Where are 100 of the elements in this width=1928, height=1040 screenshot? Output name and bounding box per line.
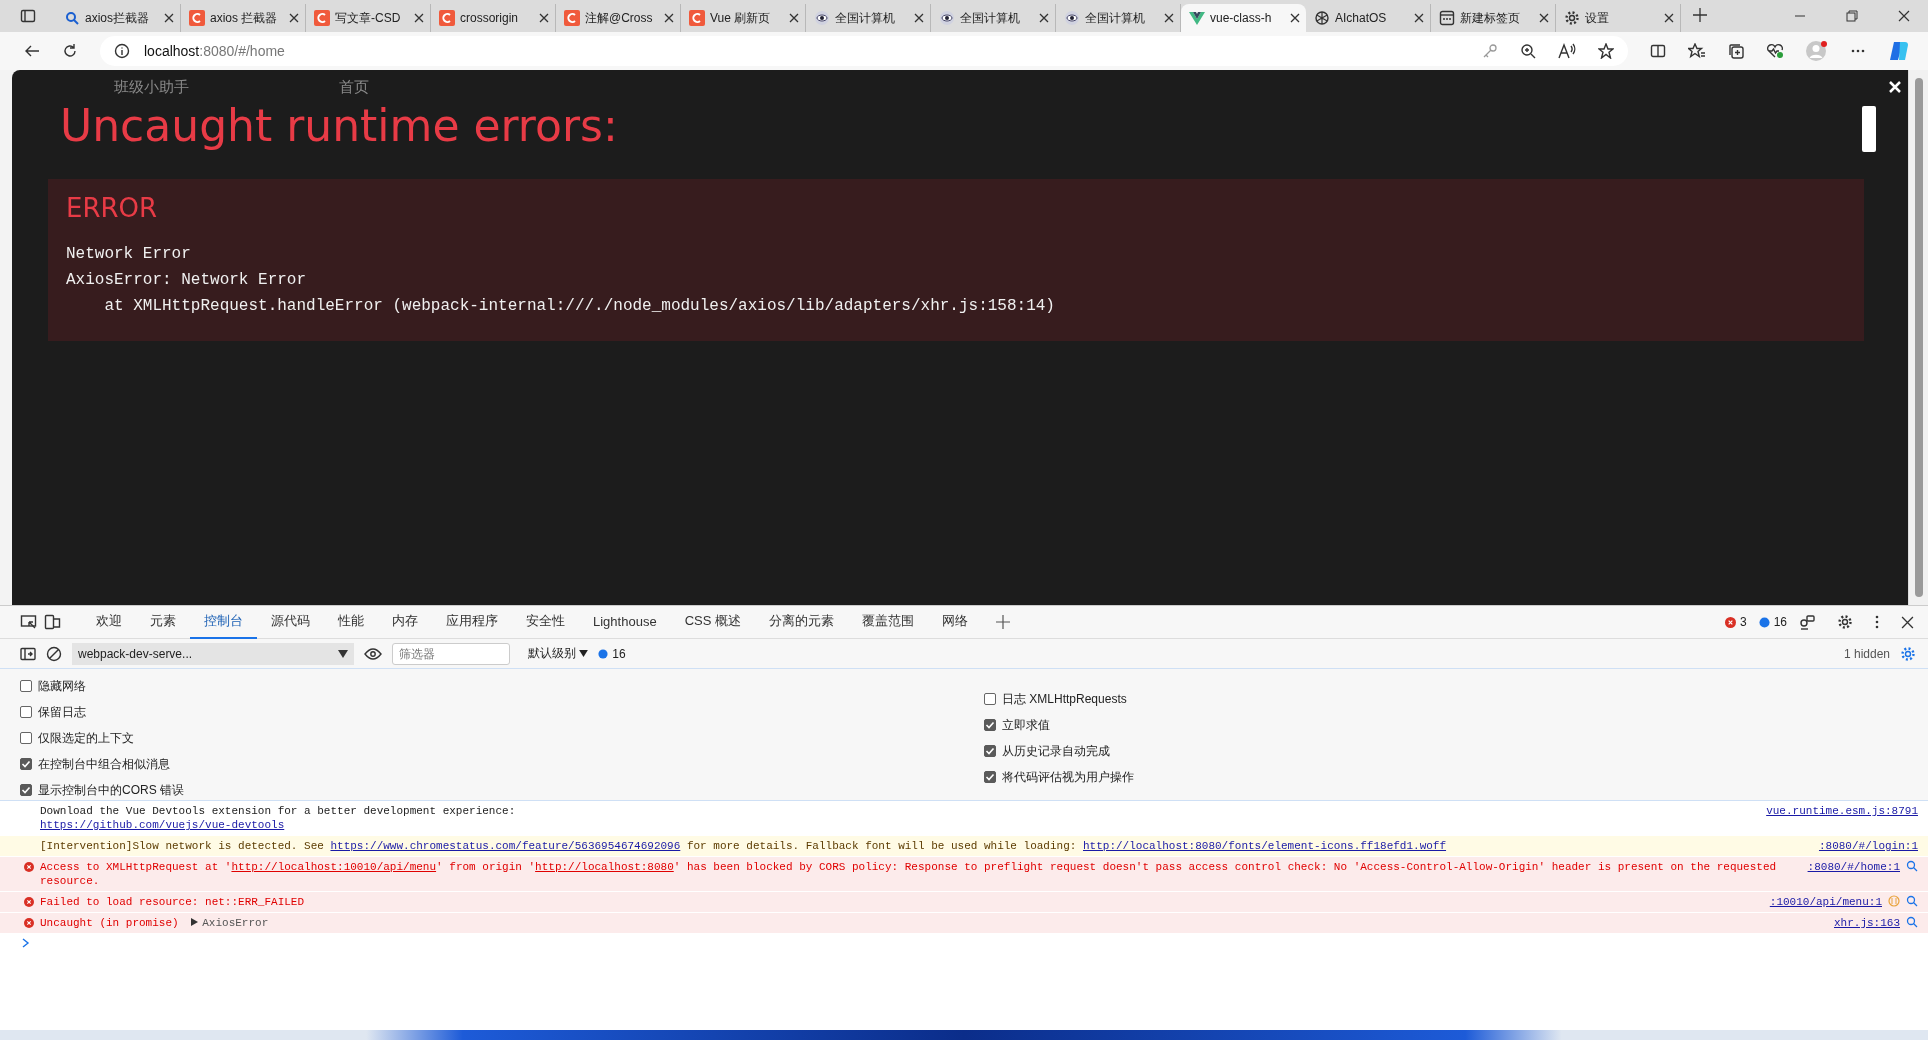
sidebar-icon[interactable]	[20, 646, 36, 661]
devtools-tab[interactable]: 内存	[378, 605, 432, 639]
error-icon	[24, 918, 34, 928]
devtools-tab[interactable]: Lighthouse	[579, 605, 671, 639]
info-count[interactable]: 16	[1758, 615, 1787, 629]
star-icon[interactable]	[1598, 43, 1614, 59]
close-icon[interactable]	[414, 13, 424, 23]
close-icon[interactable]	[1664, 13, 1674, 23]
c-logo-icon	[314, 10, 330, 26]
split-screen-icon[interactable]	[1650, 43, 1666, 59]
checkbox[interactable]	[20, 706, 32, 718]
link[interactable]: http://localhost:8080/fonts/element-icons.ff18efd1.woff	[1083, 840, 1447, 852]
devtools-tab[interactable]: 分离的元素	[754, 605, 848, 639]
devtools-tab[interactable]: 元素	[136, 605, 190, 639]
collections-icon[interactable]	[1728, 43, 1744, 59]
checkbox[interactable]	[20, 758, 32, 770]
devtools-tab[interactable]: 性能	[324, 605, 378, 639]
close-icon[interactable]	[539, 13, 549, 23]
devtools-tab[interactable]: 覆盖范围	[847, 605, 928, 639]
close-icon[interactable]	[789, 13, 799, 23]
close-icon[interactable]	[1539, 13, 1549, 23]
checkbox-label: 将代码评估视为用户操作	[1002, 768, 1134, 786]
devtools-tab[interactable]: CSS 概述	[670, 605, 755, 639]
close-icon[interactable]	[1901, 615, 1914, 629]
expand-arrow-icon[interactable]	[191, 918, 199, 926]
search-icon[interactable]	[1906, 860, 1918, 872]
checkbox[interactable]	[20, 680, 32, 692]
devtools-tab[interactable]: 应用程序	[432, 605, 512, 639]
settings-icon[interactable]	[1837, 614, 1853, 630]
copilot-icon[interactable]	[1888, 40, 1910, 62]
error-icon	[24, 897, 34, 907]
more-icon[interactable]	[1875, 614, 1879, 630]
tab-actions-icon[interactable]	[20, 8, 36, 24]
search-icon[interactable]	[1906, 916, 1918, 928]
source-link[interactable]: :10010/api/menu:1	[1769, 895, 1882, 909]
inspect-icon[interactable]	[20, 614, 38, 630]
key-icon[interactable]	[1482, 43, 1498, 59]
checkbox[interactable]	[984, 719, 996, 731]
checkbox[interactable]	[984, 693, 996, 705]
devtools-tab[interactable]: 欢迎	[82, 605, 136, 639]
device-toolbar-icon[interactable]	[44, 614, 62, 630]
link[interactable]: http://localhost:8080	[535, 861, 674, 873]
prompt-chevron-icon[interactable]	[22, 938, 30, 948]
checkbox[interactable]	[984, 771, 996, 783]
reload-icon[interactable]	[62, 43, 78, 59]
close-icon[interactable]	[664, 13, 674, 23]
faded-page-text: 首页	[339, 78, 369, 96]
close-icon[interactable]	[1039, 13, 1049, 23]
close-icon[interactable]	[164, 13, 174, 23]
message-text: Access to XMLHttpRequest at 'http://localhost:10010/api/menu' from origin 'http://localhost:8080' has been blocked by CORS policy: Response to preflight request doesn't pass access control check: No 'Access-Control-Allow-Origin' header is present on the requested resource.	[40, 860, 1778, 888]
context-dropdown[interactable]: webpack-dev-serve...	[72, 642, 354, 665]
object-preview[interactable]: AxiosError	[202, 917, 269, 929]
faded-page-text: 班级小助手	[114, 78, 189, 96]
add-tab-icon[interactable]	[995, 615, 1010, 629]
checkbox[interactable]	[984, 745, 996, 757]
new-tab-icon[interactable]	[1693, 7, 1707, 22]
devtools-tab[interactable]: 控制台	[190, 605, 257, 639]
eye-icon[interactable]	[364, 647, 382, 660]
read-aloud-icon[interactable]	[1558, 43, 1576, 59]
zoom-icon[interactable]	[1520, 43, 1536, 59]
customize-icon[interactable]	[1799, 614, 1815, 630]
browser-tab[interactable]: vue-class-h	[1181, 4, 1306, 32]
close-icon[interactable]	[289, 13, 299, 23]
info-icon	[114, 43, 130, 59]
scrollbar[interactable]	[1862, 106, 1876, 152]
c-logo-icon	[689, 10, 705, 26]
source-link[interactable]: :8080/#/home:1	[1807, 860, 1900, 874]
eye-icon	[939, 10, 955, 26]
close-icon[interactable]	[1898, 10, 1910, 22]
close-icon[interactable]	[1164, 13, 1174, 23]
source-link[interactable]: vue.runtime.esm.js:8791	[1766, 804, 1918, 818]
favorites-icon[interactable]	[1688, 43, 1706, 59]
back-icon[interactable]	[24, 43, 40, 59]
error-message: Network Error AxiosError: Network Error at XMLHttpRequest.handleError (webpack-internal:///./node_modules/axios/lib/adapters/xhr.js:158:14)	[66, 244, 1056, 317]
clear-console-icon[interactable]	[46, 645, 62, 662]
source-link[interactable]: xhr.js:163	[1834, 916, 1900, 930]
profile-avatar-icon[interactable]	[1806, 40, 1828, 62]
restore-icon[interactable]	[1846, 10, 1858, 22]
source-link[interactable]: :8080/#/login:1	[1818, 839, 1918, 853]
close-icon[interactable]	[1290, 13, 1300, 23]
devtools-tab[interactable]: 源代码	[257, 605, 324, 639]
health-icon[interactable]	[1766, 43, 1784, 59]
knot-logo-icon	[1314, 10, 1330, 26]
devtools-tab[interactable]: 安全性	[512, 605, 579, 639]
error-count[interactable]: 3	[1724, 615, 1747, 629]
address-bar[interactable]: localhost:8080/#/home	[100, 36, 1628, 66]
eye-icon	[814, 10, 830, 26]
log-level-dropdown[interactable]: 默认级别	[528, 645, 589, 662]
checkbox[interactable]	[20, 732, 32, 744]
close-icon[interactable]	[1414, 13, 1424, 23]
link[interactable]: https://www.chromestatus.com/feature/5636954674692096	[330, 840, 681, 852]
search-icon[interactable]	[1906, 895, 1918, 907]
filter-field[interactable]: 筛选器	[392, 642, 510, 665]
info-count[interactable]: 16	[598, 646, 626, 661]
devtools-tab[interactable]: 网络	[927, 605, 982, 639]
link[interactable]: https://github.com/vuejs/vue-devtools	[40, 819, 285, 831]
checkbox-label: 立即求值	[1002, 716, 1050, 734]
link[interactable]: http://localhost:10010/api/menu	[231, 861, 437, 873]
close-icon[interactable]	[914, 13, 924, 23]
checkbox[interactable]	[20, 784, 32, 796]
